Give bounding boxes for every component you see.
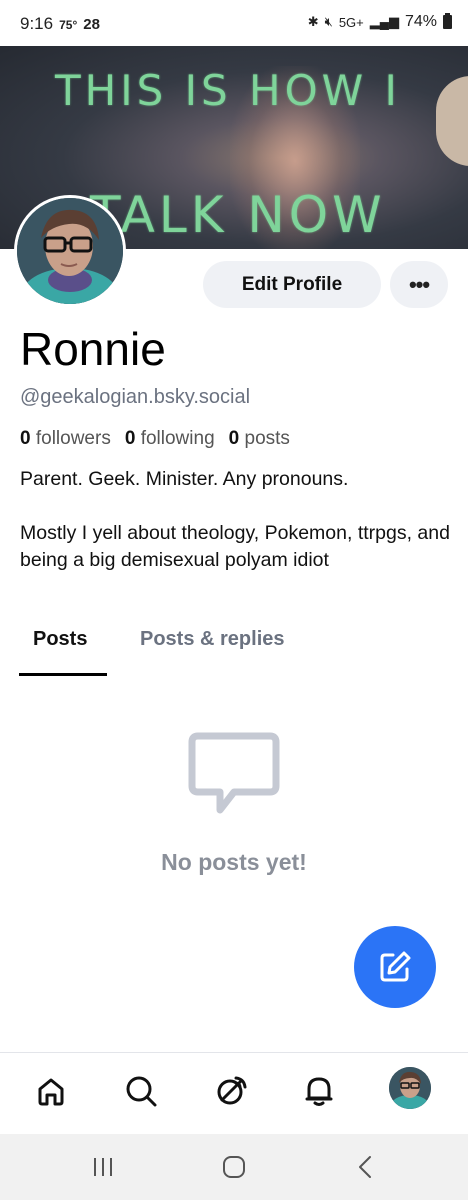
status-extra-number: 28 — [83, 16, 100, 33]
status-bar: 9:16 75° 28 ✱ 🔇︎ 5G+ ▂▄▆ 74% — [0, 0, 468, 46]
battery-icon — [443, 13, 452, 29]
compose-icon — [380, 951, 411, 982]
mute-icon: 🔇︎ — [324, 14, 333, 29]
system-home-button[interactable] — [221, 1154, 247, 1180]
display-name: Ronnie — [20, 323, 166, 375]
following-stat[interactable]: 0 following — [125, 428, 215, 450]
home-circle-icon — [223, 1156, 245, 1178]
banner-hand — [436, 76, 468, 166]
nav-feeds-button[interactable] — [211, 1071, 251, 1111]
bluetooth-icon: ✱ — [307, 14, 319, 29]
profile-avatar[interactable] — [14, 195, 126, 307]
status-time: 9:16 — [20, 14, 54, 33]
nav-profile-avatar[interactable] — [389, 1067, 431, 1109]
profile-handle: @geekalogian.bsky.social — [20, 386, 251, 408]
bio-line-1: Parent. Geek. Minister. Any pronouns. — [20, 468, 349, 490]
status-temperature: 75° — [59, 18, 78, 32]
followers-stat[interactable]: 0 followers — [20, 428, 111, 450]
status-left: 9:16 75° 28 — [20, 14, 100, 34]
followers-count: 0 — [20, 428, 31, 449]
following-label: following — [140, 428, 215, 449]
banner-chalk-text-1: THIS IS HOW I — [55, 66, 401, 115]
nav-home-button[interactable] — [31, 1071, 71, 1111]
compose-button[interactable] — [354, 926, 436, 1008]
banner-chalk-text-2: TALK NOW — [90, 186, 386, 244]
signal-icon: ▂▄▆ — [369, 14, 399, 29]
bio-line-2: Mostly I yell about theology, Pokemon, t… — [20, 522, 450, 571]
followers-label: followers — [35, 428, 111, 449]
profile-stats: 0 followers 0 following 0 posts — [20, 428, 290, 450]
profile-tabs: Posts Posts & replies — [0, 628, 468, 678]
recents-icon — [94, 1158, 112, 1176]
profile-bio: Parent. Geek. Minister. Any pronouns. Mo… — [20, 466, 450, 574]
battery-percent: 74% — [404, 13, 437, 30]
profile-avatar-small — [389, 1067, 431, 1109]
nav-notifications-button[interactable] — [299, 1071, 339, 1111]
notifications-icon — [305, 1077, 333, 1106]
bottom-navigation — [0, 1052, 468, 1134]
network-type: 5G+ — [338, 14, 364, 30]
tab-selected-indicator — [19, 673, 107, 676]
message-bubble-icon — [188, 728, 280, 820]
feeds-icon — [217, 1076, 247, 1105]
more-options-button[interactable]: ••• — [390, 261, 448, 308]
tab-posts-and-replies[interactable]: Posts & replies — [140, 628, 285, 651]
posts-stat: 0 posts — [229, 428, 290, 450]
recents-button[interactable] — [90, 1154, 116, 1180]
system-navigation-bar — [0, 1134, 468, 1200]
system-back-button[interactable] — [353, 1154, 379, 1180]
tab-posts[interactable]: Posts — [33, 628, 87, 651]
following-count: 0 — [124, 428, 136, 449]
posts-count: 0 — [228, 428, 240, 449]
avatar-image — [17, 198, 123, 304]
status-right: ✱ 🔇︎ 5G+ ▂▄▆ 74% — [308, 13, 452, 31]
edit-profile-button[interactable]: Edit Profile — [203, 261, 381, 308]
search-icon — [126, 1076, 157, 1107]
empty-state-message: No posts yet! — [161, 849, 307, 875]
back-icon — [359, 1156, 371, 1178]
posts-label: posts — [244, 428, 290, 449]
home-icon — [38, 1078, 64, 1106]
nav-search-button[interactable] — [121, 1071, 161, 1111]
